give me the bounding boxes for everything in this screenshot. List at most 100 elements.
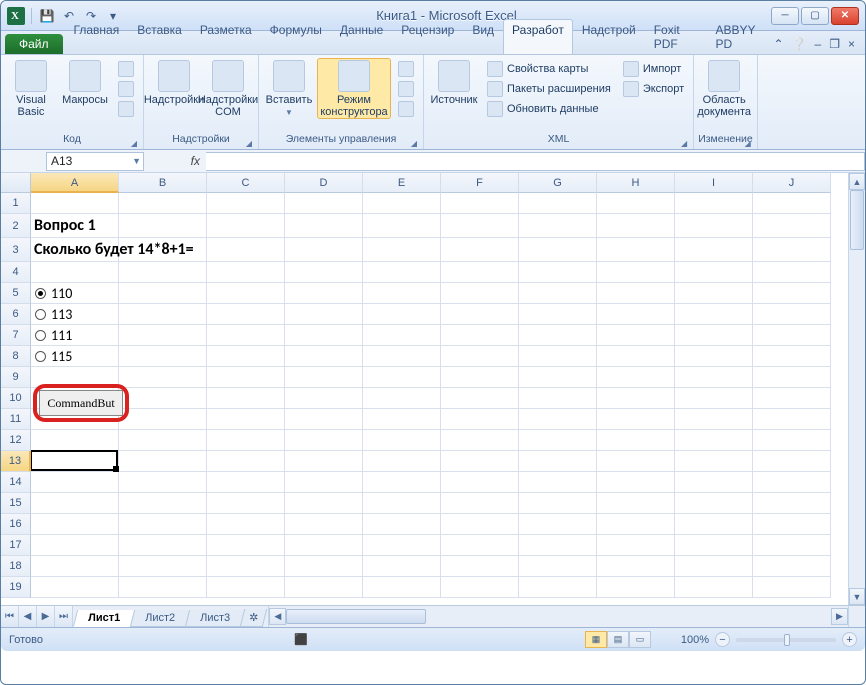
cell-I2[interactable] (675, 214, 753, 238)
doc-panel-button[interactable]: Областьдокумента (698, 58, 750, 118)
sheet-nav-prev[interactable]: ◀ (19, 606, 37, 627)
xml-import-button[interactable]: Импорт (620, 60, 687, 78)
worksheet-grid[interactable]: 12345678910111213141516171819 ABCDEFGHIJ… (1, 173, 865, 605)
cell-B15[interactable] (119, 493, 207, 514)
cell-C15[interactable] (207, 493, 285, 514)
cell-B6[interactable] (119, 304, 207, 325)
tab-главная[interactable]: Главная (65, 19, 129, 54)
tab-foxit pdf[interactable]: Foxit PDF (645, 19, 707, 54)
cell-D14[interactable] (285, 472, 363, 493)
col-header-D[interactable]: D (285, 173, 363, 193)
view-page-layout-icon[interactable]: ▤ (607, 631, 629, 648)
col-header-F[interactable]: F (441, 173, 519, 193)
cell-A2[interactable]: Вопрос 1 (31, 214, 119, 238)
zoom-percent[interactable]: 100% (663, 634, 709, 646)
cell-A17[interactable] (31, 535, 119, 556)
cell-C1[interactable] (207, 193, 285, 214)
properties-button[interactable] (395, 60, 417, 78)
cell-A15[interactable] (31, 493, 119, 514)
cell-D12[interactable] (285, 430, 363, 451)
help-icon[interactable]: ❔ (792, 37, 807, 51)
sheet-tab-Лист2[interactable]: Лист2 (130, 610, 190, 627)
col-header-G[interactable]: G (519, 173, 597, 193)
addins-button[interactable]: Надстройки (148, 58, 200, 106)
cell-D11[interactable] (285, 409, 363, 430)
mdi-close-icon[interactable]: × (848, 37, 855, 51)
expansion-button[interactable]: Пакеты расширения (484, 80, 614, 98)
cell-I8[interactable] (675, 346, 753, 367)
cell-I1[interactable] (675, 193, 753, 214)
vscroll-thumb[interactable] (850, 190, 864, 250)
cell-D7[interactable] (285, 325, 363, 346)
cell-F16[interactable] (441, 514, 519, 535)
record-macro-icon[interactable]: ⬛ (294, 633, 308, 646)
option-radio-111[interactable] (35, 330, 46, 341)
cell-F18[interactable] (441, 556, 519, 577)
tab-рецензир[interactable]: Рецензир (392, 19, 463, 54)
sheet-nav-last[interactable]: ⏭ (55, 606, 73, 627)
col-header-A[interactable]: A (31, 173, 119, 193)
cell-J11[interactable] (753, 409, 831, 430)
cell-E12[interactable] (363, 430, 441, 451)
map-props-button[interactable]: Свойства карты (484, 60, 614, 78)
cell-F10[interactable] (441, 388, 519, 409)
cell-C16[interactable] (207, 514, 285, 535)
cell-G7[interactable] (519, 325, 597, 346)
cell-G11[interactable] (519, 409, 597, 430)
xml-export-button[interactable]: Экспорт (620, 80, 687, 98)
row-header-5[interactable]: 5 (1, 283, 31, 304)
cell-I3[interactable] (675, 238, 753, 262)
horizontal-scrollbar[interactable]: ◀ ▶ (268, 606, 848, 627)
hscroll-left-icon[interactable]: ◀ (269, 608, 286, 625)
cell-H9[interactable] (597, 367, 675, 388)
row-header-19[interactable]: 19 (1, 577, 31, 598)
row-header-2[interactable]: 2 (1, 214, 31, 238)
cell-J9[interactable] (753, 367, 831, 388)
cell-B7[interactable] (119, 325, 207, 346)
cell-D15[interactable] (285, 493, 363, 514)
cell-B10[interactable] (119, 388, 207, 409)
mdi-minimize-icon[interactable]: – (815, 37, 822, 51)
cell-F6[interactable] (441, 304, 519, 325)
row-header-1[interactable]: 1 (1, 193, 31, 214)
row-header-15[interactable]: 15 (1, 493, 31, 514)
cell-A9[interactable] (31, 367, 119, 388)
cell-H3[interactable] (597, 238, 675, 262)
sheet-nav-first[interactable]: ⏮ (1, 606, 19, 627)
cell-J14[interactable] (753, 472, 831, 493)
cell-I11[interactable] (675, 409, 753, 430)
cell-J2[interactable] (753, 214, 831, 238)
command-button[interactable]: CommandBut (39, 390, 123, 416)
cell-D5[interactable] (285, 283, 363, 304)
tab-данные[interactable]: Данные (331, 19, 392, 54)
cell-H5[interactable] (597, 283, 675, 304)
cell-I19[interactable] (675, 577, 753, 598)
sheet-tab-Лист1[interactable]: Лист1 (73, 610, 135, 627)
cell-H19[interactable] (597, 577, 675, 598)
row-header-10[interactable]: 10 (1, 388, 31, 409)
cell-D10[interactable] (285, 388, 363, 409)
xml-source-button[interactable]: Источник (428, 58, 480, 106)
cell-B2[interactable] (119, 214, 207, 238)
col-header-I[interactable]: I (675, 173, 753, 193)
cell-E5[interactable] (363, 283, 441, 304)
cell-G8[interactable] (519, 346, 597, 367)
row-header-3[interactable]: 3 (1, 238, 31, 262)
cell-A12[interactable] (31, 430, 119, 451)
relative-refs-button[interactable] (115, 80, 137, 98)
cell-I9[interactable] (675, 367, 753, 388)
tab-разработ[interactable]: Разработ (503, 19, 573, 54)
row-header-16[interactable]: 16 (1, 514, 31, 535)
cell-C5[interactable] (207, 283, 285, 304)
col-header-H[interactable]: H (597, 173, 675, 193)
cell-H11[interactable] (597, 409, 675, 430)
cell-A19[interactable] (31, 577, 119, 598)
cell-C6[interactable] (207, 304, 285, 325)
cell-D6[interactable] (285, 304, 363, 325)
view-normal-icon[interactable]: ▦ (585, 631, 607, 648)
zoom-in-button[interactable]: + (842, 632, 857, 647)
cell-H10[interactable] (597, 388, 675, 409)
view-page-break-icon[interactable]: ▭ (629, 631, 651, 648)
tab-вид[interactable]: Вид (463, 19, 503, 54)
cell-B19[interactable] (119, 577, 207, 598)
